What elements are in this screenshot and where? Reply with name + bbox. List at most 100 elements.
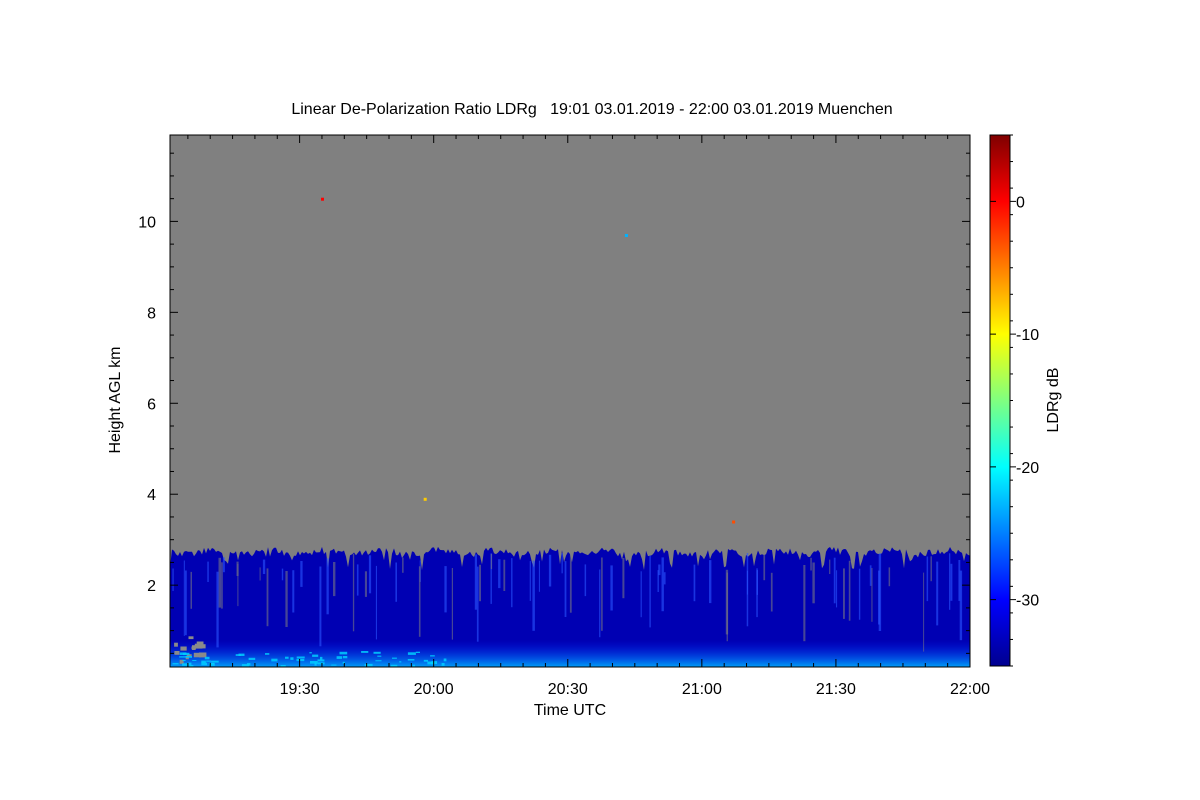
signal-streak bbox=[833, 557, 836, 604]
signal-gap bbox=[180, 646, 187, 651]
signal-streak bbox=[923, 572, 925, 652]
signal-streak bbox=[207, 561, 209, 582]
surface-speckle bbox=[182, 663, 188, 666]
signal-streak bbox=[368, 555, 372, 594]
signal-streak bbox=[183, 560, 185, 636]
x-tick-label: 21:30 bbox=[816, 681, 856, 698]
surface-speckle bbox=[296, 656, 305, 659]
surface-speckle bbox=[172, 663, 179, 665]
signal-streak bbox=[498, 559, 501, 589]
y-tick-label: 4 bbox=[147, 487, 156, 504]
plot-area bbox=[169, 134, 971, 668]
signal-streak bbox=[622, 558, 625, 599]
surface-speckle bbox=[423, 659, 428, 662]
surface-speckle bbox=[364, 663, 373, 667]
signal-streak bbox=[395, 562, 397, 602]
signal-streak bbox=[926, 556, 929, 602]
signal-streak bbox=[803, 565, 806, 642]
y-tick-label: 8 bbox=[147, 305, 156, 322]
signal-streak bbox=[812, 562, 815, 604]
surface-speckle bbox=[377, 655, 382, 657]
signal-streak bbox=[326, 558, 329, 615]
signal-streak bbox=[221, 562, 223, 609]
signal-streak bbox=[858, 568, 861, 620]
surface-speckle bbox=[271, 658, 278, 662]
signal-streak bbox=[843, 568, 845, 619]
signal-gap bbox=[196, 641, 204, 646]
surface-speckle bbox=[407, 652, 416, 655]
signal-gap bbox=[174, 651, 180, 655]
signal-streak bbox=[949, 553, 951, 610]
surface-speckle bbox=[312, 654, 319, 657]
signal-streak bbox=[763, 552, 766, 581]
signal-streak bbox=[848, 560, 851, 621]
signal-streak bbox=[474, 554, 477, 610]
colorbar-gradient bbox=[989, 134, 1011, 667]
colorbar-tick-label: 0 bbox=[1016, 194, 1025, 211]
chart-title: Linear De-Polarization Ratio LDRg 19:01 … bbox=[291, 101, 892, 118]
signal-streak bbox=[190, 571, 192, 609]
signal-streak bbox=[869, 565, 872, 586]
surface-speckle bbox=[204, 656, 210, 660]
surface-speckle bbox=[407, 659, 415, 661]
signal-streak bbox=[444, 566, 447, 613]
signal-streak bbox=[829, 559, 831, 574]
surface-speckle bbox=[179, 656, 187, 658]
signal-streak bbox=[356, 564, 359, 596]
signal-streak bbox=[364, 571, 367, 597]
surface-speckle bbox=[430, 661, 435, 665]
signal-streak bbox=[538, 560, 540, 592]
signal-streak bbox=[564, 561, 567, 617]
signal-streak bbox=[529, 561, 531, 601]
signal-streak bbox=[610, 565, 613, 611]
surface-speckle bbox=[415, 651, 420, 653]
surface-speckle bbox=[375, 660, 382, 662]
signal-streak bbox=[402, 557, 404, 573]
surface-speckle bbox=[443, 658, 447, 662]
surface-speckle bbox=[182, 659, 186, 661]
signal-streak bbox=[319, 566, 322, 647]
colorbar-tick-label: -30 bbox=[1016, 593, 1039, 610]
surface-speckle bbox=[248, 657, 256, 660]
colorbar-tick-label: -20 bbox=[1016, 460, 1039, 477]
x-tick-label: 20:00 bbox=[414, 681, 454, 698]
signal-streak bbox=[756, 568, 758, 618]
signal-streak bbox=[262, 559, 266, 574]
signal-streak bbox=[532, 560, 535, 631]
isolated-point bbox=[624, 234, 628, 237]
surface-speckle bbox=[331, 664, 337, 666]
surface-speckle bbox=[280, 665, 286, 667]
surface-speckle bbox=[285, 656, 289, 659]
signal-streak bbox=[930, 556, 932, 582]
x-axis-label: Time UTC bbox=[534, 702, 606, 719]
signal-streak bbox=[237, 564, 239, 607]
signal-streak bbox=[770, 572, 773, 612]
signal-streak bbox=[601, 557, 603, 631]
isolated-point bbox=[423, 497, 427, 501]
signal-streak bbox=[218, 557, 221, 608]
signal-streak bbox=[657, 570, 659, 592]
signal-streak bbox=[418, 566, 421, 637]
signal-streak bbox=[888, 567, 891, 587]
signal-streak bbox=[548, 554, 552, 587]
isolated-point bbox=[321, 197, 324, 201]
signal-streak bbox=[281, 568, 284, 581]
near-surface-layer bbox=[170, 640, 970, 667]
x-tick-label: 19:30 bbox=[280, 681, 320, 698]
surface-speckle bbox=[265, 653, 270, 655]
signal-streak bbox=[185, 570, 187, 636]
signal-streak bbox=[490, 553, 493, 570]
signal-streak bbox=[599, 569, 601, 638]
signal-streak bbox=[375, 565, 377, 640]
x-tick-label: 20:30 bbox=[548, 681, 588, 698]
surface-speckle bbox=[235, 654, 241, 656]
y-tick-label: 10 bbox=[138, 214, 156, 231]
colorbar: 0 -10 -20 -30 LDRg dB bbox=[989, 134, 1062, 667]
isolated-point bbox=[732, 520, 736, 524]
y-tick-label: 6 bbox=[147, 396, 156, 413]
signal-streak bbox=[709, 560, 712, 604]
surface-speckle bbox=[192, 660, 197, 661]
signal-streak bbox=[285, 571, 288, 627]
x-tick-label: 22:00 bbox=[950, 681, 990, 698]
signal-streak bbox=[172, 568, 174, 591]
